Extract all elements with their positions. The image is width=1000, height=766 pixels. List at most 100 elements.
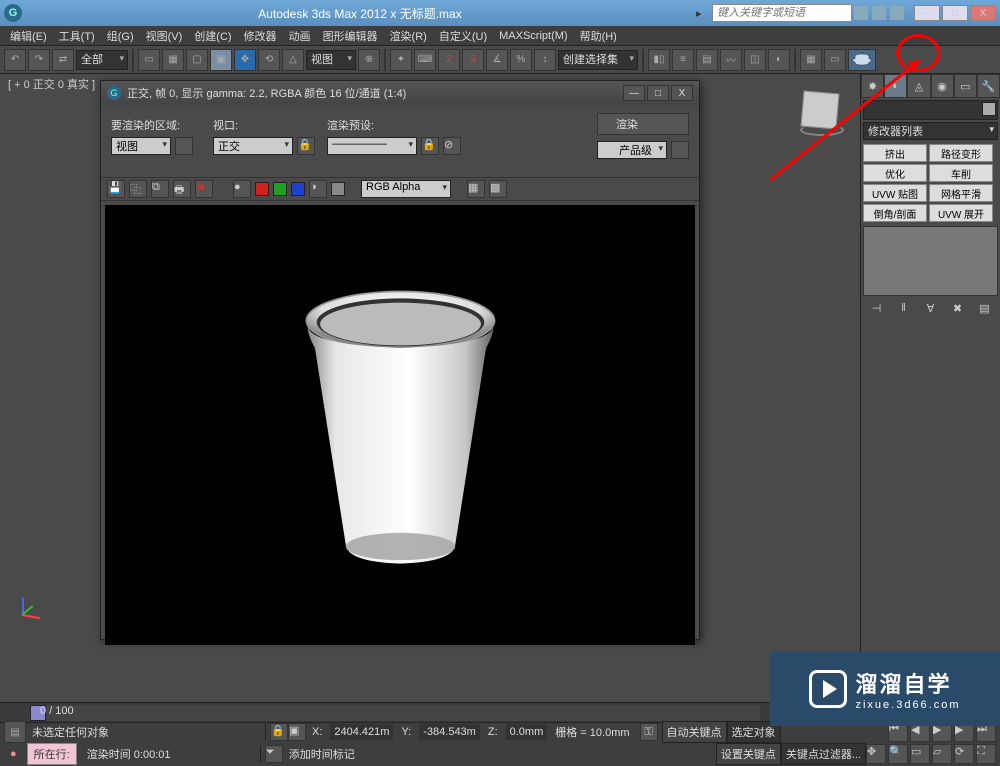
clear-icon[interactable]: ✖ [195,180,213,198]
x-field[interactable]: 2404.421m [330,724,393,740]
viewport-label[interactable]: [ + 0 正交 0 真实 ] [8,76,95,92]
keyboard-icon[interactable]: ⌨ [414,49,436,71]
redo-icon[interactable]: ↷ [28,49,50,71]
render-production-icon[interactable] [848,49,876,71]
render-setup-icon[interactable]: ▦ [800,49,822,71]
object-name-field[interactable] [863,100,998,120]
overlay1-icon[interactable]: ▦ [467,180,485,198]
tab-utilities-icon[interactable]: 🔧 [977,74,1000,98]
refcoord-dropdown[interactable]: 视图 [306,50,356,70]
undo-icon[interactable]: ↶ [4,49,26,71]
key-lock-icon[interactable]: ⚿ [640,723,658,741]
production-dropdown[interactable]: 产品级 [597,141,667,159]
menu-group[interactable]: 组(G) [101,28,140,44]
mod-lathe-button[interactable]: 车削 [929,164,993,182]
close-button[interactable]: X [970,5,996,21]
menu-render[interactable]: 渲染(R) [384,28,433,44]
curve-editor-icon[interactable]: 〰 [720,49,742,71]
print-icon[interactable]: 🖶 [173,180,191,198]
manip-icon[interactable]: ✦ [390,49,412,71]
swatch-mono[interactable] [331,182,345,196]
channel-rgb-icon[interactable]: ● [233,180,251,198]
viewport-dropdown[interactable]: 正交 [213,137,293,155]
mod-extrude-button[interactable]: 挤出 [863,144,927,162]
help-search-input[interactable] [712,4,852,22]
named-sel-dropdown[interactable]: 创建选择集 [558,50,638,70]
lock-selection-icon[interactable]: 🔒 [270,723,288,741]
clone-frame-icon[interactable]: ⧉ [151,180,169,198]
tab-modify-icon[interactable]: ◐ [884,74,907,98]
modifier-stack[interactable] [863,226,998,296]
save-image-icon[interactable]: 💾 [107,180,125,198]
snap-angle-icon[interactable]: ∡ [486,49,508,71]
script-prompt-icon[interactable]: ● [4,748,23,760]
iterate-icon[interactable] [671,141,689,159]
nav-zoom-icon[interactable]: 🔍 [888,744,908,764]
filter-dropdown[interactable]: 全部 [76,50,128,70]
configure-sets-icon[interactable]: ▤ [977,300,993,316]
make-unique-icon[interactable]: ∀ [923,300,939,316]
mod-bevel-button[interactable]: 倒角/剖面 [863,204,927,222]
star-icon[interactable] [872,6,886,20]
tab-hierarchy-icon[interactable]: ◬ [907,74,930,98]
material-editor-icon[interactable]: ◐ [768,49,790,71]
search-icon[interactable] [854,6,868,20]
snap3d-icon[interactable]: 3 [462,49,484,71]
pivot-icon[interactable]: ⊕ [358,49,380,71]
select-icon[interactable]: ▭ [138,49,160,71]
swatch-red[interactable] [255,182,269,196]
swatch-blue[interactable] [291,182,305,196]
snap-pct-icon[interactable]: % [510,49,532,71]
minimize-button[interactable]: — [914,5,940,21]
menu-customize[interactable]: 自定义(U) [433,28,493,44]
rotate-icon[interactable]: ⟲ [258,49,280,71]
menu-edit[interactable]: 编辑(E) [4,28,53,44]
nav-zoomext-icon[interactable]: ▭ [910,744,930,764]
tab-create-icon[interactable]: ✸ [861,74,884,98]
menu-graph[interactable]: 图形编辑器 [317,28,384,44]
render-max-button[interactable]: □ [647,85,669,101]
isolate-icon[interactable]: ▣ [288,723,306,741]
mod-optimize-button[interactable]: 优化 [863,164,927,182]
render-close-button[interactable]: X [671,85,693,101]
overlay2-icon[interactable]: ▩ [489,180,507,198]
alpha-icon[interactable]: ◑ [309,180,327,198]
app-icon[interactable]: G [4,4,22,22]
menu-create[interactable]: 创建(C) [188,28,237,44]
lock-view-icon[interactable]: 🔒 [297,137,315,155]
remove-mod-icon[interactable]: ✖ [950,300,966,316]
setkey-button[interactable]: 设置关键点 [716,743,781,765]
nav-orbit-icon[interactable]: ⟳ [954,744,974,764]
layers-icon[interactable]: ▤ [696,49,718,71]
menu-help[interactable]: 帮助(H) [574,28,623,44]
y-field[interactable]: -384.543m [419,724,480,740]
menu-views[interactable]: 视图(V) [140,28,189,44]
align-icon[interactable]: ≡ [672,49,694,71]
nav-fov-icon[interactable]: ▱ [932,744,952,764]
tab-display-icon[interactable]: ▭ [954,74,977,98]
render-min-button[interactable]: — [623,85,645,101]
mirror-icon[interactable]: ▮▯ [648,49,670,71]
time-slider[interactable] [30,705,760,721]
time-tag-icon[interactable]: ⏷ [265,745,283,763]
autokey-button[interactable]: 自动关键点 [662,721,727,743]
help-icon[interactable] [890,6,904,20]
menu-tools[interactable]: 工具(T) [53,28,101,44]
render-titlebar[interactable]: G 正交, 帧 0, 显示 gamma: 2.2, RGBA 颜色 16 位/通… [101,81,699,105]
schematic-icon[interactable]: ◫ [744,49,766,71]
select-name-icon[interactable]: ▦ [162,49,184,71]
object-color-swatch[interactable] [982,102,996,116]
area-edit-icon[interactable] [175,137,193,155]
preset-env-icon[interactable]: ⊘ [443,137,461,155]
add-time-tag[interactable]: 添加时间标记 [283,746,361,762]
modifier-list-dropdown[interactable]: 修改器列表 [863,122,998,140]
mod-unwrap-button[interactable]: UVW 展开 [929,204,993,222]
mod-pathdeform-button[interactable]: 路径变形 [929,144,993,162]
tab-motion-icon[interactable]: ◉ [931,74,954,98]
keyfilter-button[interactable]: 关键点过滤器... [781,743,866,765]
pin-stack-icon[interactable]: ⊣ [869,300,885,316]
channel-dropdown[interactable]: RGB Alpha [361,180,451,198]
window-crossing-icon[interactable]: ▣ [210,49,232,71]
render-frame-icon[interactable]: ▭ [824,49,846,71]
show-result-icon[interactable]: ‖ [896,300,912,316]
